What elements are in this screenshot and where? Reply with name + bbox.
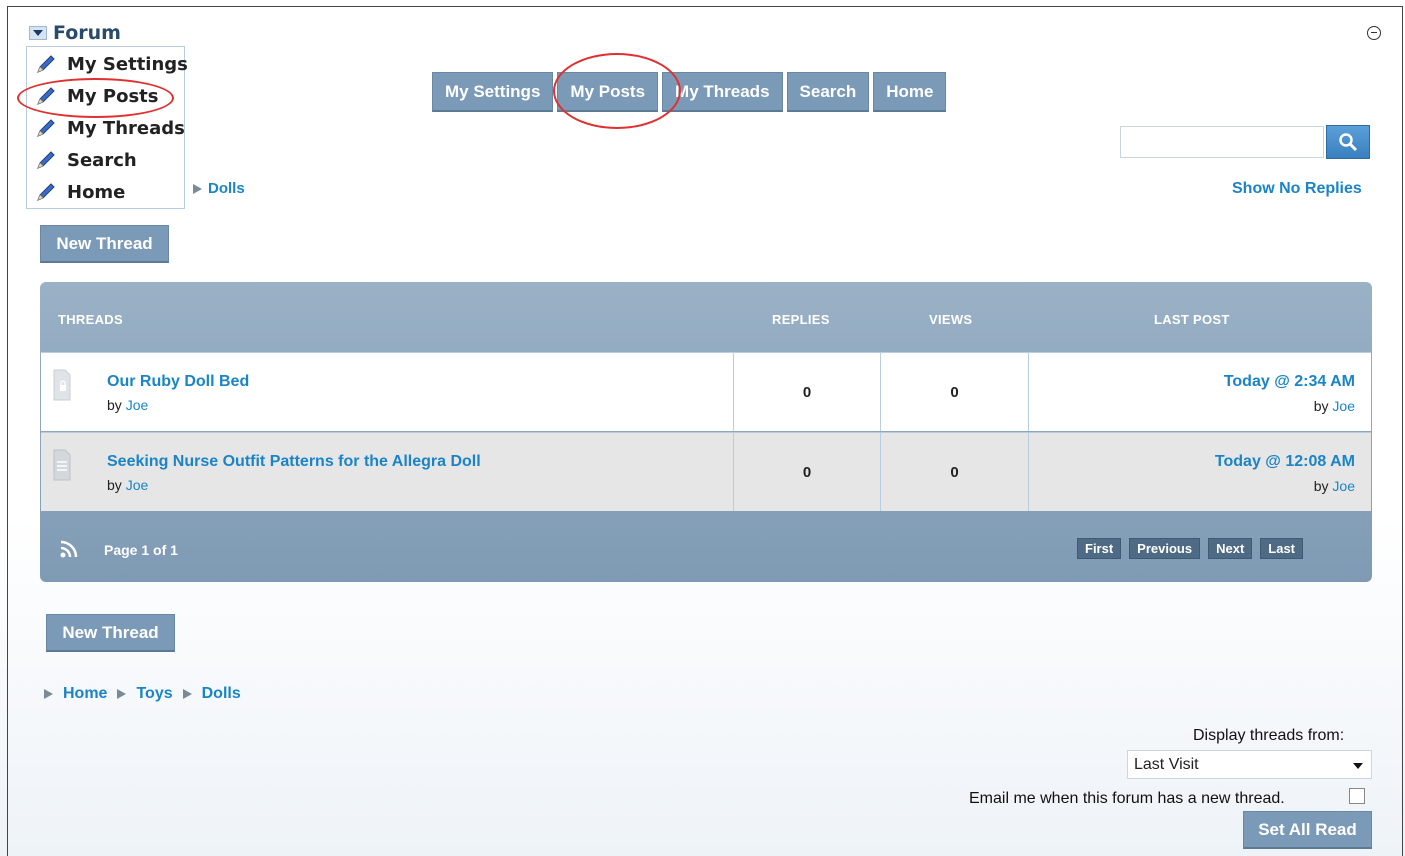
search-button[interactable] xyxy=(1326,125,1370,159)
breadcrumb-link-dolls[interactable]: Dolls xyxy=(208,180,245,197)
email-notify-label: Email me when this forum has a new threa… xyxy=(969,790,1285,807)
menu-item-my-threads[interactable]: My Threads xyxy=(35,115,185,141)
forum-dropdown-menu: My Settings My Posts My Threads Search H… xyxy=(26,46,188,209)
header-replies: REPLIES xyxy=(772,312,830,327)
breadcrumb-arrow-icon xyxy=(44,689,53,699)
top-navigation: My Settings My Posts My Threads Search H… xyxy=(432,72,947,112)
pagination: First Previous Next Last xyxy=(1077,538,1304,559)
rss-icon[interactable] xyxy=(60,540,78,558)
set-all-read-button[interactable]: Set All Read xyxy=(1243,811,1372,849)
author-link[interactable]: Joe xyxy=(126,397,149,413)
last-post-author: by Joe xyxy=(1314,398,1355,414)
thread-title-link[interactable]: Our Ruby Doll Bed xyxy=(107,373,249,391)
breadcrumb-arrow-icon xyxy=(182,689,192,699)
nav-my-settings-button[interactable]: My Settings xyxy=(432,72,554,112)
last-post-author: by Joe xyxy=(1314,478,1355,494)
email-notify-checkbox[interactable] xyxy=(1349,788,1365,804)
author-link[interactable]: Joe xyxy=(1332,398,1355,414)
pencil-icon xyxy=(37,55,55,73)
by-label: by xyxy=(107,477,122,493)
new-thread-button[interactable]: New Thread xyxy=(40,225,169,263)
document-icon xyxy=(53,449,71,481)
menu-item-home[interactable]: Home xyxy=(35,179,125,205)
breadcrumb-link-toys[interactable]: Toys xyxy=(136,685,172,703)
selected-value: Last Visit xyxy=(1134,755,1199,773)
menu-item-search[interactable]: Search xyxy=(35,147,137,173)
threads-table: THREADS REPLIES VIEWS LAST POST Our Ruby… xyxy=(40,282,1372,582)
page-info: Page 1 of 1 xyxy=(104,542,178,558)
views-count: 0 xyxy=(881,353,1029,431)
pencil-icon xyxy=(37,183,55,201)
header-views: VIEWS xyxy=(929,312,973,327)
new-thread-button[interactable]: New Thread xyxy=(46,614,175,652)
breadcrumb-link-dolls[interactable]: Dolls xyxy=(202,685,241,703)
search-icon xyxy=(1339,133,1358,152)
last-post-link[interactable]: Today @ 12:08 AM xyxy=(1215,453,1355,471)
breadcrumb-arrow-icon xyxy=(117,689,127,699)
views-count: 0 xyxy=(881,433,1029,511)
show-no-replies-link[interactable]: Show No Replies xyxy=(1232,180,1362,198)
pencil-icon xyxy=(37,151,55,169)
header-last-post: LAST POST xyxy=(1154,312,1230,327)
author-link[interactable]: Joe xyxy=(1332,478,1355,494)
by-label: by xyxy=(107,397,122,413)
menu-item-label: Search xyxy=(67,149,137,171)
menu-item-my-settings[interactable]: My Settings xyxy=(35,51,188,77)
thread-author: by Joe xyxy=(107,397,148,413)
pager-next-button[interactable]: Next xyxy=(1208,538,1253,559)
breadcrumb: Home Toys Dolls xyxy=(44,685,241,703)
by-label: by xyxy=(1313,398,1329,414)
menu-item-label: My Threads xyxy=(67,117,185,139)
pager-last-button[interactable]: Last xyxy=(1260,538,1304,559)
menu-item-label: My Settings xyxy=(67,53,188,75)
annotation-circle xyxy=(17,78,174,118)
author-link[interactable]: Joe xyxy=(126,477,149,493)
forum-menu-toggle[interactable]: Forum xyxy=(29,22,121,44)
collapse-icon[interactable] xyxy=(1367,26,1381,40)
chevron-down-icon xyxy=(1353,763,1363,769)
breadcrumb: Dolls xyxy=(193,180,245,197)
nav-search-button[interactable]: Search xyxy=(786,72,870,112)
locked-document-icon xyxy=(53,369,71,401)
replies-count: 0 xyxy=(734,353,881,431)
breadcrumb-arrow-icon xyxy=(193,183,202,194)
thread-title-link[interactable]: Seeking Nurse Outfit Patterns for the Al… xyxy=(107,453,481,471)
nav-home-button[interactable]: Home xyxy=(873,72,947,112)
table-row: Our Ruby Doll Bed by Joe 0 0 Today @ 2:3… xyxy=(41,352,1371,431)
display-threads-label: Display threads from: xyxy=(1193,727,1345,744)
annotation-circle xyxy=(553,53,681,129)
menu-item-label: Home xyxy=(67,181,126,203)
pager-previous-button[interactable]: Previous xyxy=(1129,538,1201,559)
by-label: by xyxy=(1313,478,1329,494)
table-row: Seeking Nurse Outfit Patterns for the Al… xyxy=(41,432,1371,511)
pencil-icon xyxy=(37,119,55,137)
replies-count: 0 xyxy=(734,433,881,511)
thread-author: by Joe xyxy=(107,477,148,493)
display-threads-select[interactable]: Last Visit xyxy=(1127,750,1372,779)
last-post-link[interactable]: Today @ 2:34 AM xyxy=(1224,373,1355,391)
header-threads: THREADS xyxy=(58,312,123,327)
forum-menu-title: Forum xyxy=(53,22,121,44)
breadcrumb-link-home[interactable]: Home xyxy=(63,685,107,703)
table-footer: Page 1 of 1 First Previous Next Last xyxy=(40,513,1372,582)
search-input[interactable] xyxy=(1120,126,1324,158)
pager-first-button[interactable]: First xyxy=(1077,538,1122,559)
dropdown-arrow-icon[interactable] xyxy=(29,26,47,40)
